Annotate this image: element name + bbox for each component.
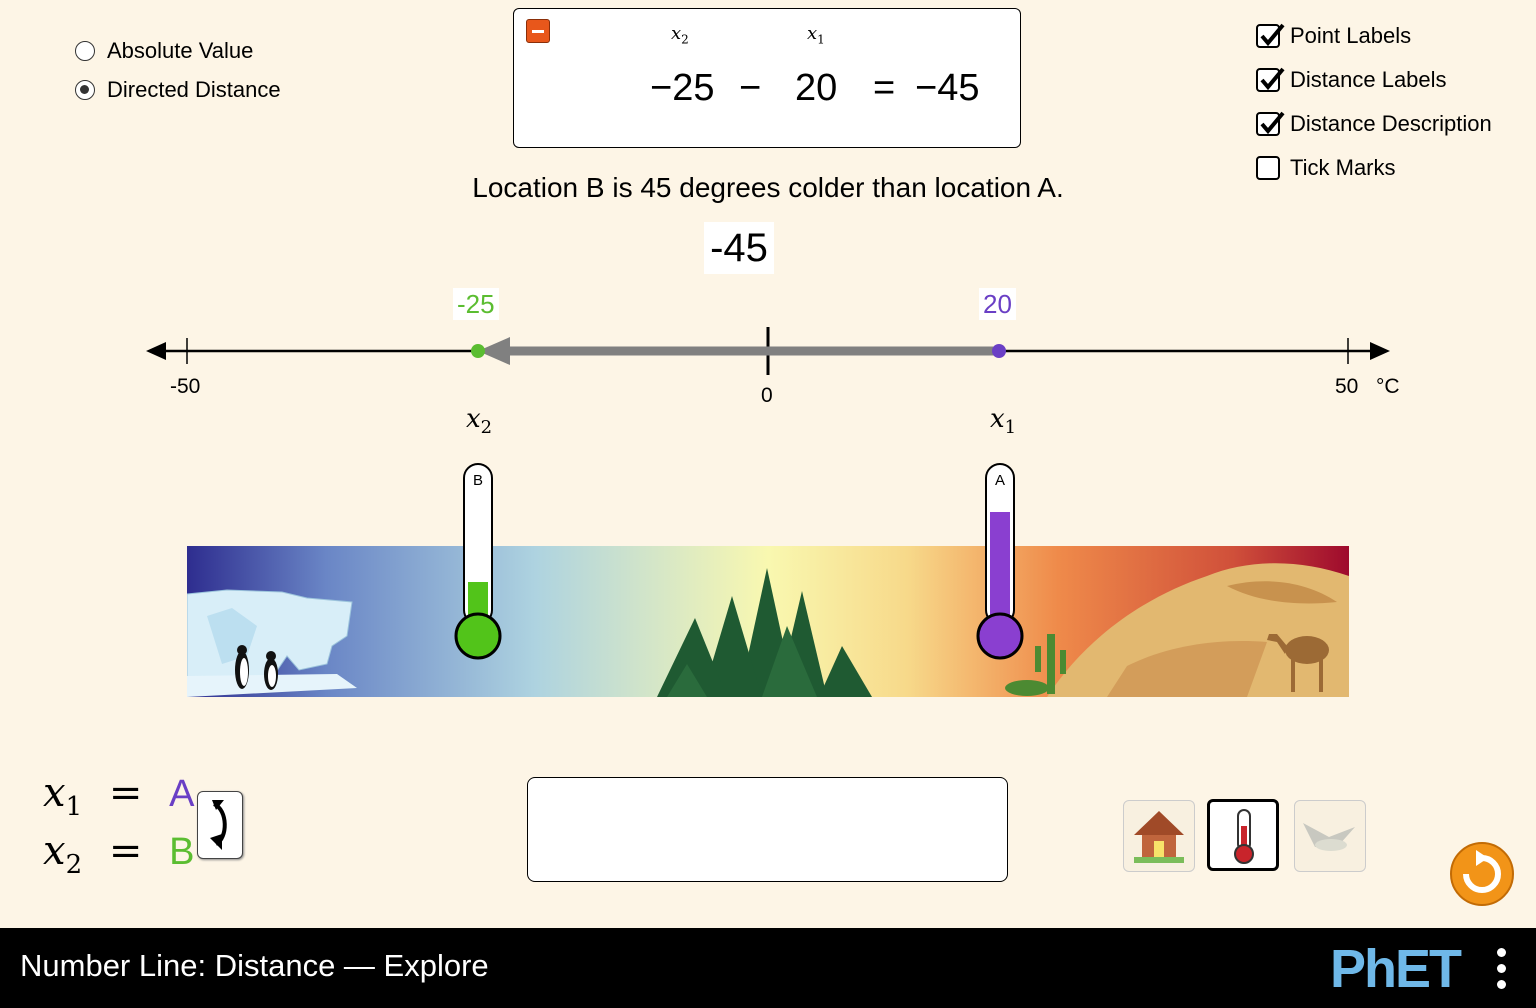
thermometer-b-letter: B: [473, 472, 483, 489]
equation-panel: x2 x1 −25 − 20 = −45: [513, 8, 1021, 148]
x2-value: B: [169, 831, 195, 873]
house-icon: [1134, 811, 1184, 863]
checkbox-label: Point Labels: [1290, 23, 1412, 48]
distance-label: -45: [704, 222, 774, 274]
x1-value: A: [169, 773, 195, 815]
checkbox-box[interactable]: [1256, 23, 1285, 48]
equation-equals: =: [873, 67, 896, 109]
equation-x1-value: 20: [795, 67, 838, 109]
max-tick-label: 50: [1335, 375, 1359, 398]
menu-kebab-icon[interactable]: [1494, 946, 1508, 992]
absolute-value-radio[interactable]: Absolute Value: [75, 36, 281, 66]
swap-points-button[interactable]: [197, 791, 243, 859]
distance-description: Location B is 45 degrees colder than loc…: [472, 172, 1064, 203]
thermometer-a-letter: A: [995, 472, 1005, 489]
house-scene-button[interactable]: [1123, 800, 1195, 872]
number-line: [146, 327, 1390, 375]
temperature-scene: [187, 546, 1349, 697]
reset-button[interactable]: [1450, 842, 1514, 906]
point-a[interactable]: [992, 344, 1006, 358]
point-labels-checkbox[interactable]: Point Labels: [1256, 19, 1492, 53]
radio-circle[interactable]: [75, 41, 95, 61]
point-b-label: -25: [453, 288, 499, 320]
radio-circle[interactable]: [75, 80, 95, 100]
distance-statement-box: [527, 777, 1008, 882]
distance-description-checkbox[interactable]: Distance Description: [1256, 107, 1492, 141]
point-a-label: 20: [979, 288, 1016, 320]
x2-point-label: x2: [466, 404, 493, 439]
options-checkbox-group: Point Labels Distance Labels Distance De…: [1256, 19, 1492, 185]
equation-x2-label: x2: [671, 23, 689, 47]
sim-title: Number Line: Distance — Explore: [20, 948, 489, 983]
checkbox-label: Distance Labels: [1290, 67, 1447, 92]
phet-logo[interactable]: PhET: [1330, 938, 1462, 1000]
equation-operator: −: [739, 67, 762, 109]
elevation-scene-button[interactable]: [1294, 800, 1366, 872]
radio-label: Absolute Value: [107, 38, 254, 63]
checkbox-box[interactable]: [1256, 67, 1285, 92]
equation-x1-label: x1: [807, 23, 825, 47]
unit-label: °C: [1376, 375, 1400, 398]
x1-assignment: x1 = A: [43, 770, 195, 822]
checkbox-box[interactable]: [1256, 111, 1285, 136]
x2-assignment: x2 = B: [43, 828, 195, 880]
x1-point-label: x1: [990, 404, 1017, 439]
zero-tick-label: 0: [761, 384, 773, 407]
left-arrow-icon: [146, 342, 166, 360]
thermometer-b[interactable]: B: [450, 462, 506, 664]
thermometer-a[interactable]: A: [972, 462, 1028, 664]
equation-result: −45: [915, 67, 980, 109]
bird-icon: [1303, 823, 1355, 851]
checkbox-label: Distance Description: [1290, 111, 1492, 136]
collapse-panel-button[interactable]: [526, 19, 550, 43]
mode-radio-group: Absolute Value Directed Distance: [75, 36, 281, 105]
distance-labels-checkbox[interactable]: Distance Labels: [1256, 63, 1492, 97]
point-b[interactable]: [471, 344, 485, 358]
swap-arrow-icon: [210, 800, 227, 850]
thermometer-icon: [1234, 809, 1254, 864]
radio-label: Directed Distance: [107, 77, 281, 102]
min-tick-label: -50: [170, 375, 201, 398]
right-arrow-icon: [1370, 342, 1390, 360]
reset-icon: [1463, 850, 1501, 893]
directed-distance-radio[interactable]: Directed Distance: [75, 75, 281, 105]
temperature-scene-button[interactable]: [1207, 799, 1279, 871]
equation-x2-value: −25: [650, 67, 715, 109]
